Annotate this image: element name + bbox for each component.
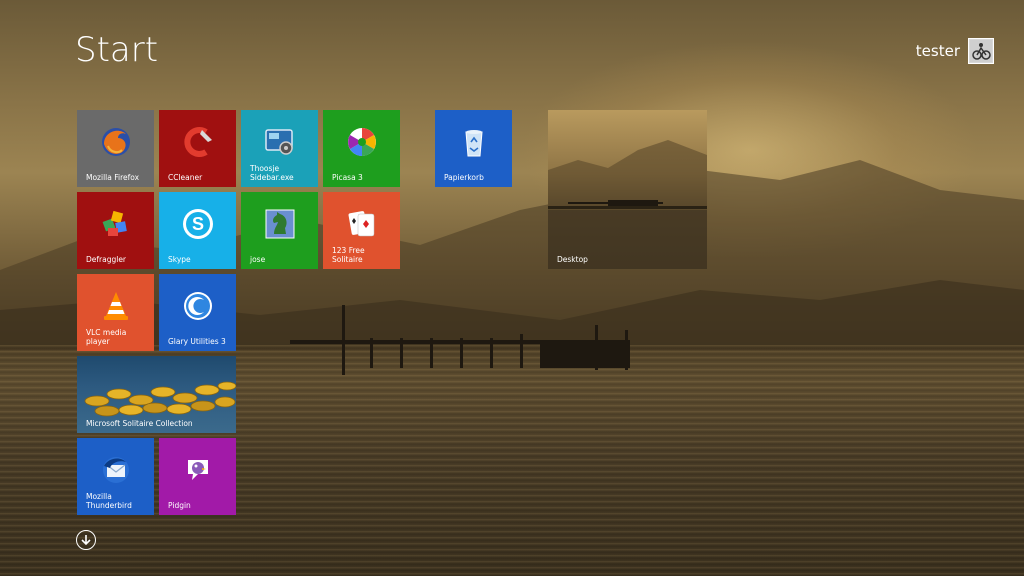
thunderbird-icon [102, 457, 129, 484]
tile-label: Skype [168, 255, 191, 264]
tile-picasa[interactable]: Picasa 3 [323, 110, 400, 187]
tile-mozilla-firefox[interactable]: Mozilla Firefox [77, 110, 154, 187]
tile-label: Glary Utilities 3 [168, 337, 226, 346]
tile-vlc-media-player[interactable]: VLC media player [77, 274, 154, 351]
tile-label: Desktop [557, 255, 588, 264]
tile-mozilla-thunderbird[interactable]: Mozilla Thunderbird [77, 438, 154, 515]
tile-label: jose [250, 255, 266, 264]
defraggler-icon [102, 211, 127, 237]
tile-label: CCleaner [168, 173, 203, 182]
skype-icon: S [182, 209, 213, 240]
tile-glary-utilities[interactable]: Glary Utilities 3 [159, 274, 236, 351]
tile-jose[interactable]: jose [241, 192, 318, 269]
tile-desktop[interactable]: Desktop [548, 110, 707, 269]
cards-icon [348, 211, 374, 237]
tile-label: 123 Free Solitaire [332, 246, 365, 264]
tile-papierkorb[interactable]: Papierkorb [435, 110, 512, 187]
avatar-image-icon [970, 40, 992, 62]
tile-123-free-solitaire[interactable]: 123 Free Solitaire [323, 192, 400, 269]
firefox-icon [101, 128, 130, 157]
tile-label: Papierkorb [444, 173, 484, 182]
tile-label: Pidgin [168, 501, 191, 510]
page-title: Start [75, 30, 159, 70]
user-name: tester [915, 42, 960, 60]
vlc-cone-icon [103, 292, 128, 321]
tile-thoosje-sidebar[interactable]: Thoosje Sidebar.exe [241, 110, 318, 187]
svg-text:S: S [191, 214, 203, 234]
glary-icon [183, 292, 212, 321]
desktop-preview-icon [548, 140, 707, 269]
user-account[interactable]: tester [916, 38, 994, 64]
tile-label: Mozilla Thunderbird [86, 492, 132, 510]
chess-knight-icon [265, 209, 294, 239]
avatar[interactable] [968, 38, 994, 64]
pidgin-icon [187, 460, 208, 481]
tile-defraggler[interactable]: Defraggler [77, 192, 154, 269]
sidebar-icon [264, 129, 293, 156]
tile-microsoft-solitaire-collection[interactable]: Microsoft Solitaire Collection [77, 356, 236, 433]
recycle-bin-icon [464, 130, 483, 157]
picasa-icon [347, 128, 376, 157]
arrow-down-icon [81, 535, 91, 546]
pier [290, 305, 630, 375]
tile-ccleaner[interactable]: CCleaner [159, 110, 236, 187]
tile-pidgin[interactable]: Pidgin [159, 438, 236, 515]
tile-label: Mozilla Firefox [86, 173, 140, 182]
tile-label: VLC media player [86, 328, 127, 346]
all-apps-button[interactable] [76, 530, 96, 550]
tile-skype[interactable]: S Skype [159, 192, 236, 269]
tile-label: Defraggler [86, 255, 127, 264]
ccleaner-icon [183, 127, 212, 158]
tile-label: Picasa 3 [332, 173, 363, 182]
tile-label: Microsoft Solitaire Collection [86, 419, 193, 428]
tile-label: Thoosje Sidebar.exe [250, 164, 294, 182]
